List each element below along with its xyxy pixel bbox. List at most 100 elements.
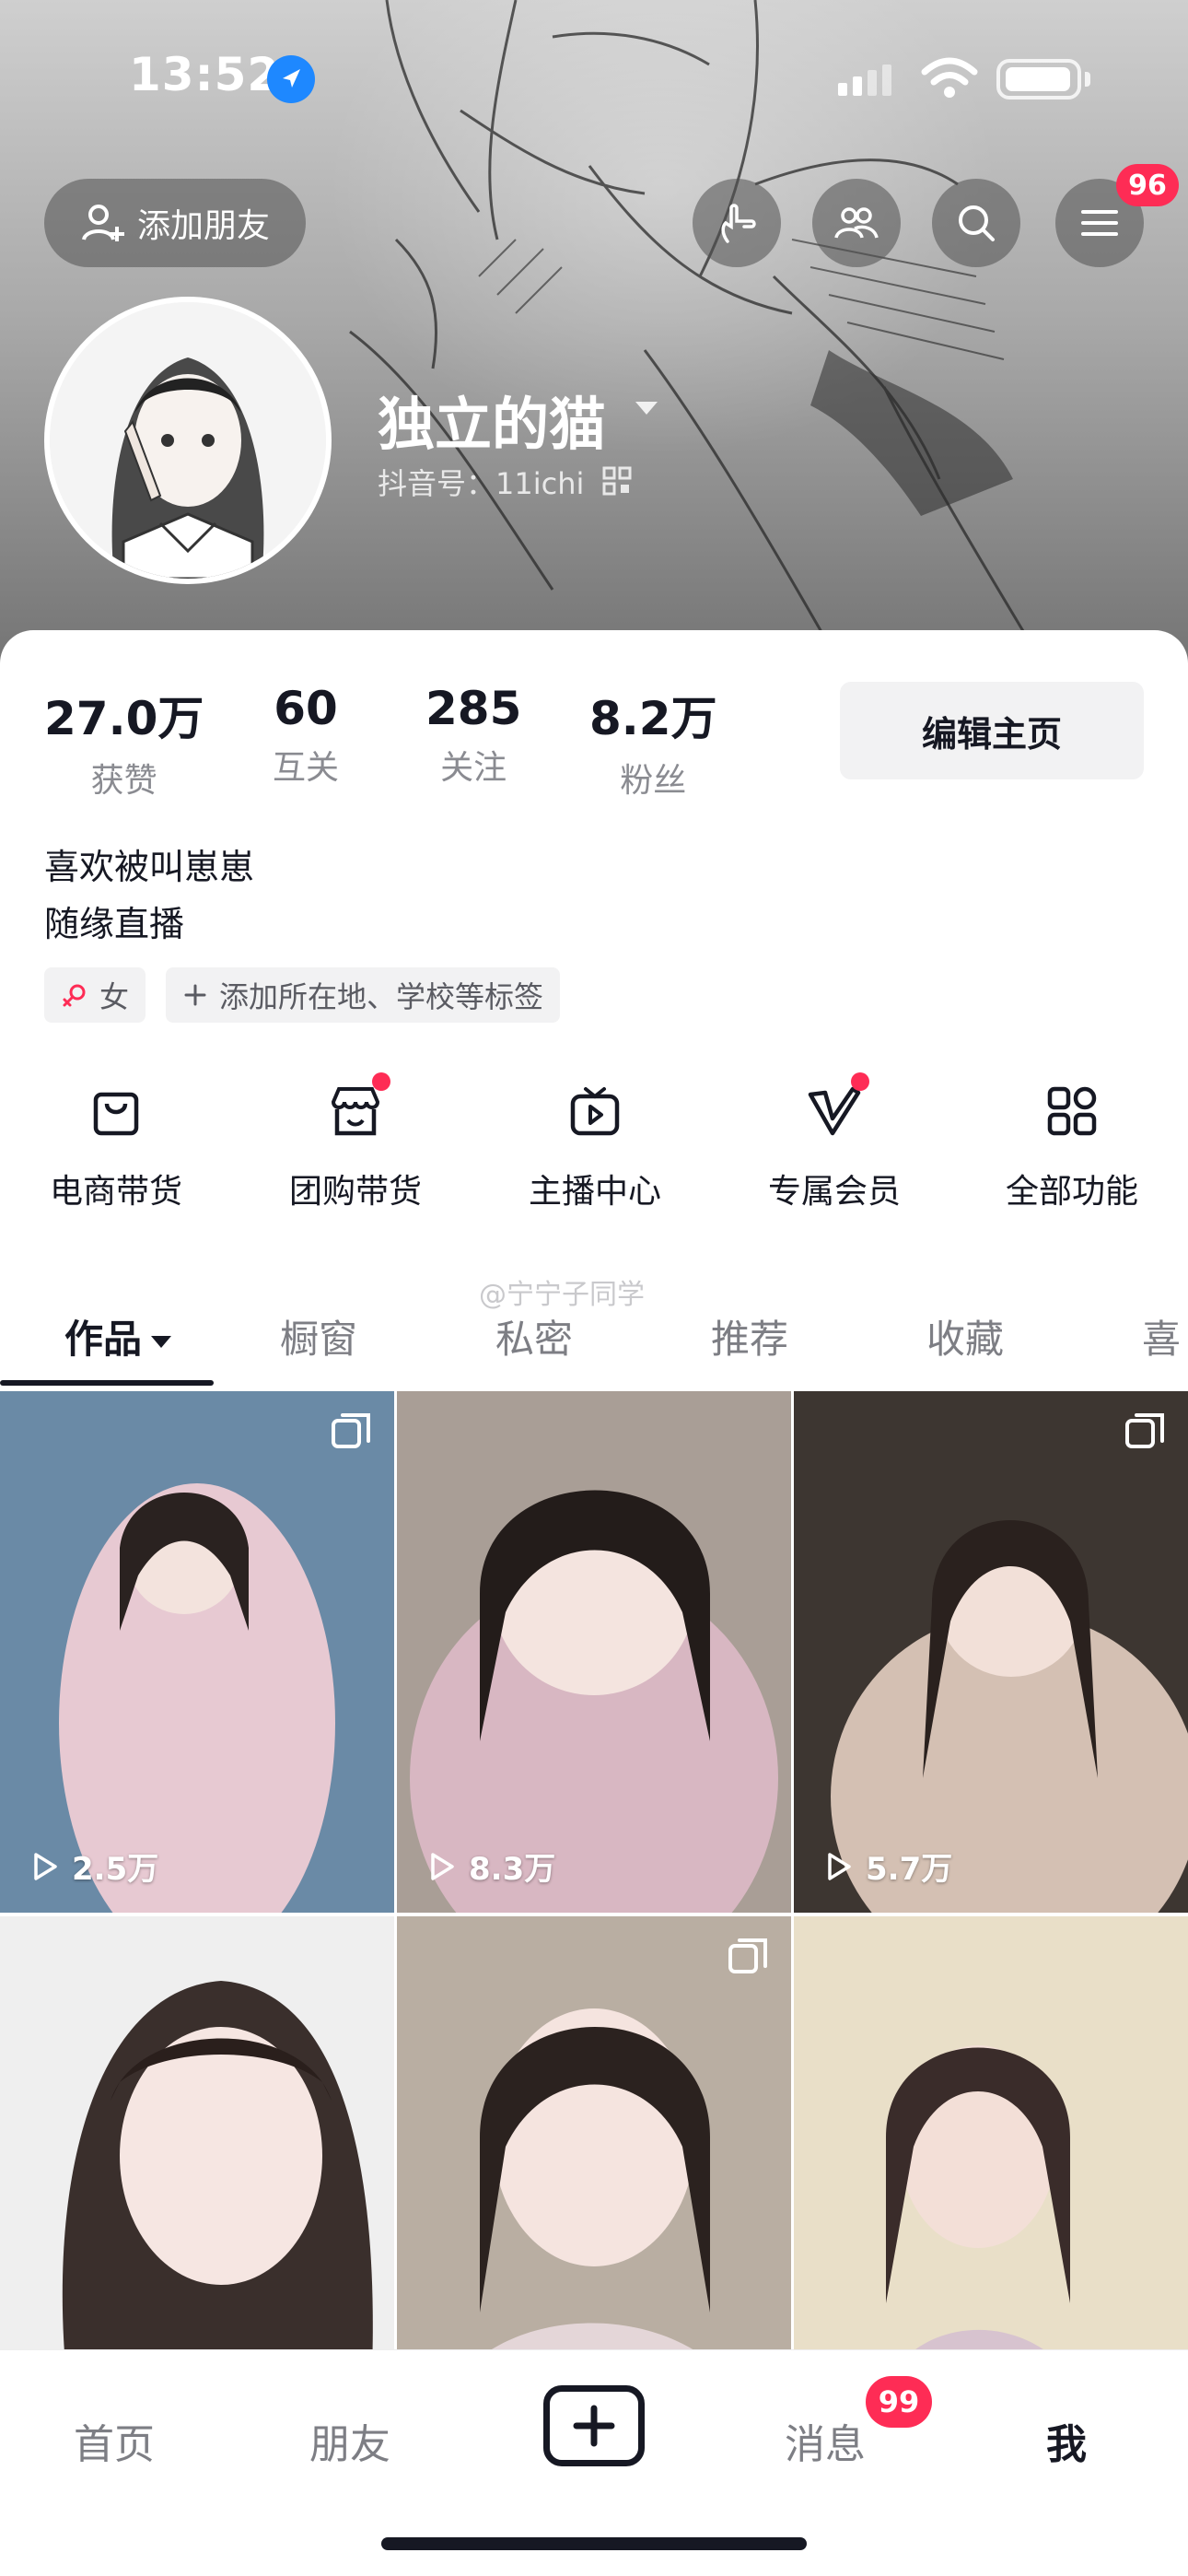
play-icon	[828, 1852, 851, 1880]
feature-label: 团购带货	[288, 1173, 422, 1211]
stat-value: 27.0万	[44, 692, 204, 745]
stat-likes[interactable]: 27.0万 获赞	[44, 682, 204, 802]
bio-line: 喜欢被叫崽崽	[44, 847, 255, 887]
stat-following[interactable]: 285 关注	[425, 682, 521, 789]
hamburger-menu-icon	[1081, 210, 1118, 236]
video-thumbnail[interactable]: 2.5万	[0, 1391, 394, 1913]
feature-shortcuts: 电商带货 团购带货 主播中心 专属会员 全部功能	[0, 1072, 1188, 1212]
active-tab-indicator	[0, 1380, 214, 1386]
stat-label: 关注	[440, 749, 507, 787]
wifi-icon	[921, 57, 978, 98]
nav-home[interactable]: 首页	[74, 2411, 155, 2470]
view-count-label: 2.5万	[72, 1851, 159, 1888]
add-user-icon	[82, 205, 124, 241]
play-icon	[431, 1852, 454, 1880]
bio-line: 随缘直播	[44, 904, 185, 944]
feature-group-buying[interactable]: 团购带货	[254, 1072, 457, 1212]
tab-private[interactable]: 私密	[495, 1308, 573, 1364]
vip-v-icon	[798, 1072, 871, 1148]
qr-code-icon[interactable]	[602, 466, 632, 496]
stat-value: 285	[425, 682, 522, 735]
female-icon	[63, 984, 86, 1007]
notification-dot	[851, 1072, 869, 1091]
view-count-label: 8.3万	[469, 1851, 556, 1888]
avatar[interactable]	[44, 297, 332, 584]
bio: 喜欢被叫崽崽 随缘直播	[44, 838, 254, 953]
tab-favorites[interactable]: 收藏	[926, 1308, 1004, 1364]
stat-mutual[interactable]: 60 互关	[273, 682, 339, 789]
gender-label: 女	[99, 979, 130, 1014]
nav-friends[interactable]: 朋友	[309, 2411, 390, 2470]
location-arrow-icon	[267, 55, 315, 103]
search-icon	[959, 205, 995, 241]
multi-image-icon	[1125, 1413, 1164, 1448]
feature-vip[interactable]: 专属会员	[733, 1072, 936, 1212]
plus-icon	[573, 2405, 615, 2447]
feature-label: 专属会员	[767, 1173, 901, 1211]
gender-tag[interactable]: 女	[44, 967, 146, 1023]
stat-label: 粉丝	[620, 762, 687, 800]
stat-label: 互关	[273, 749, 340, 787]
status-bar: 13:52	[0, 0, 1188, 147]
profile-cover[interactable]: 13:52 添加朋友 96 独立的猫 抖音号：11ichi	[0, 0, 1188, 700]
video-thumbnail[interactable]: 5.7万	[794, 1391, 1188, 1913]
feature-streamer-center[interactable]: 主播中心	[494, 1074, 696, 1212]
stat-followers[interactable]: 8.2万 粉丝	[589, 682, 717, 802]
tab-likes[interactable]: 喜	[1142, 1308, 1181, 1364]
view-count-label: 5.7万	[866, 1851, 953, 1888]
stat-value: 60	[274, 682, 338, 735]
edit-profile-button[interactable]: 编辑主页	[840, 682, 1144, 779]
nav-me[interactable]: 我	[1046, 2411, 1087, 2470]
feature-label: 电商带货	[49, 1173, 182, 1211]
play-icon	[34, 1852, 57, 1880]
thumbnail-image	[794, 1391, 1188, 1913]
visitor-button[interactable]	[693, 179, 781, 267]
menu-notification-badge: 96	[1116, 164, 1179, 206]
shopping-bag-icon	[79, 1074, 153, 1148]
content-tabs: 作品 橱窗 私密 推荐 收藏 喜	[0, 1290, 1188, 1391]
stat-label: 获赞	[90, 762, 157, 800]
home-indicator	[381, 2537, 807, 2550]
search-button[interactable]	[932, 179, 1020, 267]
messages-badge: 99	[866, 2376, 932, 2428]
feature-ecommerce[interactable]: 电商带货	[15, 1074, 217, 1212]
video-thumbnail[interactable]: 8.3万	[397, 1391, 791, 1913]
live-tv-icon	[558, 1074, 632, 1148]
status-time: 13:52	[129, 48, 281, 101]
thumbnail-image	[397, 1391, 791, 1913]
tab-works[interactable]: 作品	[64, 1308, 172, 1364]
add-tags-label: 添加所在地、学校等标签	[219, 979, 544, 1014]
add-friend-label: 添加朋友	[136, 207, 270, 245]
tab-label: 作品	[64, 1317, 143, 1362]
feature-label: 全部功能	[1005, 1173, 1138, 1211]
avatar-illustration	[50, 302, 326, 579]
feature-label: 主播中心	[528, 1173, 661, 1211]
hand-pointer-icon	[721, 204, 756, 243]
add-tags-button[interactable]: 添加所在地、学校等标签	[166, 967, 561, 1023]
cellular-signal-icon	[838, 64, 891, 96]
nickname[interactable]: 独立的猫	[378, 378, 606, 461]
add-friend-button[interactable]: 添加朋友	[44, 179, 306, 267]
multi-image-icon	[728, 1938, 767, 1973]
view-count: 8.3万	[425, 1844, 555, 1889]
group-icon	[834, 207, 879, 239]
account-switch-caret-icon[interactable]	[635, 402, 658, 415]
friends-group-button[interactable]	[812, 179, 901, 267]
douyin-id: 抖音号：11ichi	[378, 466, 585, 501]
tab-recommend[interactable]: 推荐	[711, 1308, 788, 1364]
multi-image-icon	[332, 1413, 370, 1448]
tab-showcase[interactable]: 橱窗	[280, 1308, 357, 1364]
feature-all-functions[interactable]: 全部功能	[971, 1074, 1173, 1212]
battery-icon	[996, 59, 1081, 100]
notification-dot	[372, 1072, 390, 1091]
store-icon	[319, 1072, 392, 1148]
view-count: 5.7万	[821, 1844, 952, 1889]
nav-messages[interactable]: 消息	[785, 2411, 866, 2470]
view-count: 2.5万	[28, 1844, 158, 1889]
tab-caret-icon	[151, 1336, 172, 1348]
plus-icon	[184, 984, 206, 1006]
create-post-button[interactable]	[543, 2385, 645, 2466]
all-functions-icon	[1035, 1074, 1109, 1148]
stats-row: 27.0万 获赞 60 互关 285 关注 8.2万 粉丝	[0, 682, 829, 800]
battery-cap	[1085, 72, 1090, 87]
